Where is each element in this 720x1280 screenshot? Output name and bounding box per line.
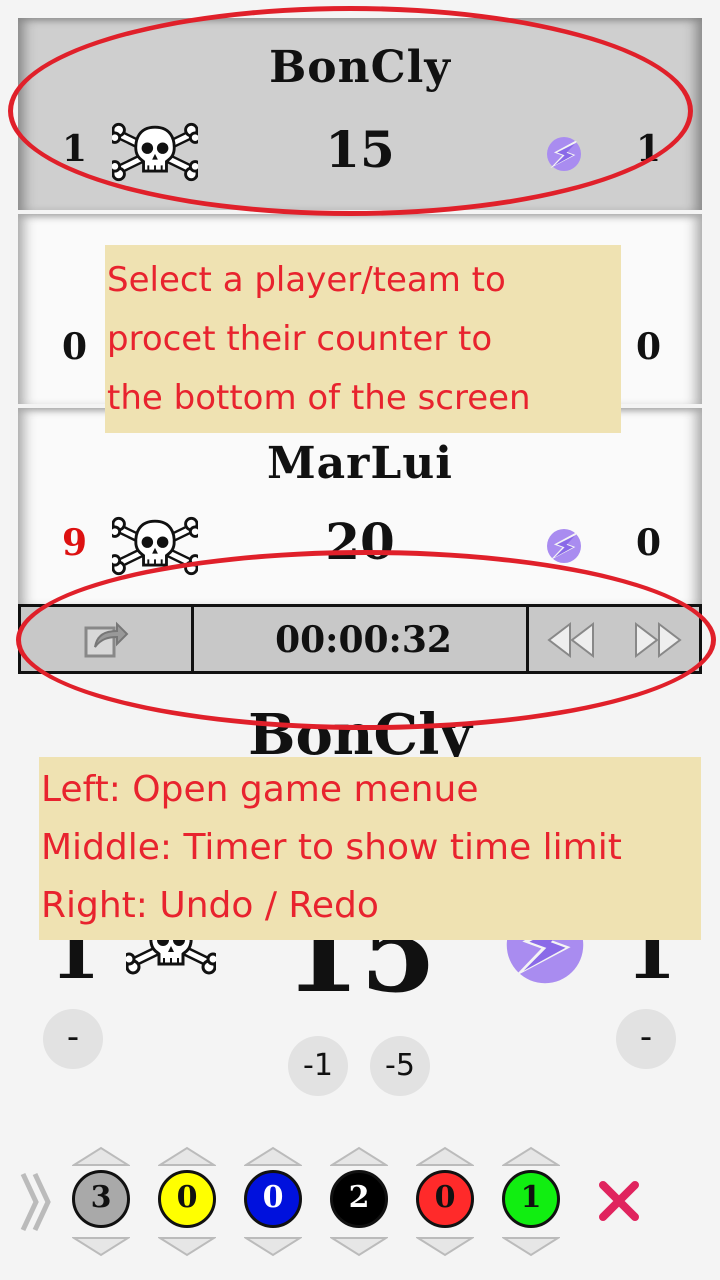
energy-bolt-icon — [544, 526, 584, 566]
focus-right-counter: 1 — [626, 940, 677, 995]
mana-decrement-button[interactable] — [72, 1236, 130, 1258]
mana-counter[interactable]: 0 — [416, 1170, 474, 1228]
mana-counter[interactable]: 0 — [244, 1170, 302, 1228]
mana-counter[interactable]: 3 — [72, 1170, 130, 1228]
hint-line: Right: Undo / Redo — [41, 885, 379, 926]
mana-increment-button[interactable] — [502, 1145, 560, 1167]
mana-counter[interactable]: 0 — [158, 1170, 216, 1228]
hint-line: Middle: Timer to show time limit — [41, 827, 622, 868]
highlight-oval-toolbar — [16, 550, 716, 730]
mana-decrement-button[interactable] — [158, 1236, 216, 1258]
mana-decrement-button[interactable] — [416, 1236, 474, 1258]
hint-line: Select a player/team to — [107, 260, 506, 300]
mana-decrement-button[interactable] — [244, 1236, 302, 1258]
close-button[interactable] — [596, 1178, 642, 1224]
select-player-hint: Select a player/team to procet their cou… — [105, 245, 621, 433]
left-counter: 0 — [62, 326, 88, 368]
hint-line: procet their counter to — [107, 319, 493, 359]
toolbar-hint: Left: Open game menue Middle: Timer to s… — [39, 757, 701, 940]
focus-life-total: 15 — [0, 940, 720, 1004]
mana-increment-button[interactable] — [158, 1145, 216, 1167]
focus-row-wrap: 1 15 1 — [0, 940, 720, 1004]
mana-increment-button[interactable] — [416, 1145, 474, 1167]
hint-line: Left: Open game menue — [41, 769, 479, 810]
minus-one-button[interactable]: -1 — [288, 1036, 348, 1096]
mana-counter[interactable]: 2 — [330, 1170, 388, 1228]
mana-increment-button[interactable] — [244, 1145, 302, 1167]
right-counter: 0 — [636, 522, 662, 564]
player-name: MarLui — [266, 438, 454, 489]
minus-five-button[interactable]: -5 — [370, 1036, 430, 1096]
mana-increment-button[interactable] — [330, 1145, 388, 1167]
mana-increment-button[interactable] — [72, 1145, 130, 1167]
close-icon — [599, 1181, 639, 1221]
expand-button[interactable] — [20, 1170, 56, 1234]
right-counter: 0 — [636, 326, 662, 368]
mana-decrement-button[interactable] — [330, 1236, 388, 1258]
decrement-right-button[interactable]: - — [616, 1009, 676, 1069]
highlight-oval-top — [8, 6, 693, 216]
mana-decrement-button[interactable] — [502, 1236, 560, 1258]
mana-counter[interactable]: 1 — [502, 1170, 560, 1228]
energy-bolt-icon — [500, 940, 590, 990]
decrement-left-button[interactable]: - — [43, 1009, 103, 1069]
hint-line: the bottom of the screen — [107, 378, 531, 418]
double-chevron-right-icon — [20, 1172, 51, 1232]
